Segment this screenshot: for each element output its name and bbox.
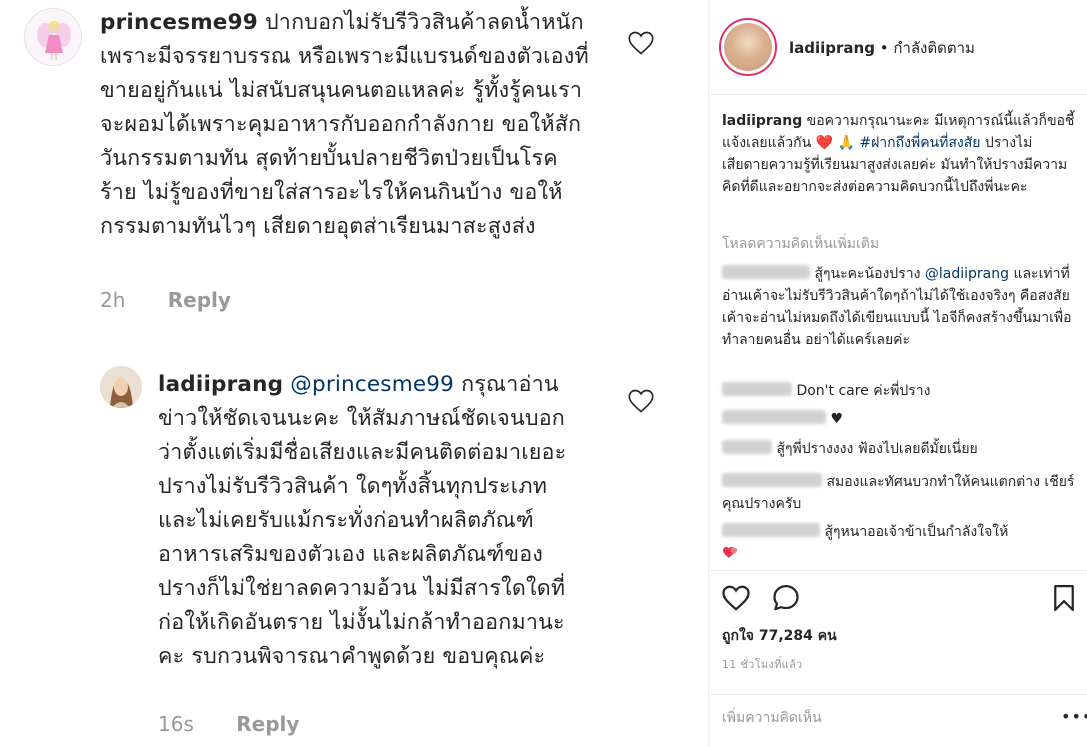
double-hearts-icon [723, 546, 738, 558]
blurred-username [722, 382, 792, 396]
like-count[interactable]: ถูกใจ 77,284 คน [722, 625, 837, 647]
profile-photo-icon [100, 366, 142, 408]
add-comment-bar: เพิ่มความคิดเห็น ••• [709, 694, 1087, 747]
author-avatar[interactable] [719, 18, 777, 76]
comment-bubble-icon[interactable] [771, 583, 801, 613]
comment-item: Don't care ค่ะพี่ปราง [722, 380, 1076, 402]
comment-text: สู้ๆนะคะน้องปราง [814, 266, 925, 282]
red-heart-icon: ❤️ [815, 135, 834, 151]
hashtag-link[interactable]: #ฝากถึงพี่คนที่สงสัย [859, 135, 980, 151]
blurred-username [722, 265, 810, 279]
commenter-avatar[interactable] [24, 8, 82, 66]
more-options-icon[interactable]: ••• [1061, 707, 1087, 726]
heart-outline-icon[interactable] [627, 388, 655, 414]
comment-princesme99: princesme99 ปากบอกไม่รับรีวิวสินค้าลดน้ำ… [100, 6, 590, 244]
blurred-username [722, 473, 822, 487]
post-timestamp[interactable]: 11 ชั่วโมงที่แล้ว [722, 655, 803, 673]
comment-mention[interactable]: @princesme99 [290, 372, 454, 397]
comment-mention[interactable]: @ladiiprang [925, 266, 1009, 282]
separator: • [874, 39, 894, 57]
comment-text: สู้ๆหนาออเจ้าข้าเป็นกำลังใจให้ [824, 524, 1009, 540]
load-more-comments[interactable]: โหลดความคิดเห็นเพิ่มเติม [722, 233, 879, 255]
comment-meta: 2h Reply [100, 288, 231, 312]
like-heart-icon[interactable] [721, 583, 751, 613]
post-header: ladiiprang • กำลังติดตาม [709, 0, 1087, 95]
pray-icon: 🙏 [837, 135, 855, 151]
bookmark-icon[interactable] [1049, 583, 1079, 613]
reply-button[interactable]: Reply [168, 288, 231, 312]
post-actions: ถูกใจ 77,284 คน 11 ชั่วโมงที่แล้ว [709, 570, 1087, 700]
comment-time: 2h [100, 288, 126, 312]
comment-text: ♥ [830, 411, 844, 427]
comment-item: สู้ๆนะคะน้องปราง @ladiiprang และเท่าที่อ… [722, 263, 1076, 351]
comment-text: ปากบอกไม่รับรีวิวสินค้าลดน้ำหนัก เพราะมี… [100, 10, 589, 239]
comment-item: สู้ๆพี่ปรางงงง ฟ้องไปเลยดีมั้ยเนี่ยย [722, 438, 1076, 460]
follow-status[interactable]: กำลังติดตาม [893, 39, 975, 57]
comment-ladiiprang-reply: ladiiprang @princesme99 กรุณาอ่านข่าวให้… [158, 368, 588, 674]
blurred-username [722, 440, 772, 454]
comment-time: 16s [158, 712, 194, 736]
zoomed-comments-panel: princesme99 ปากบอกไม่รับรีวิวสินค้าลดน้ำ… [0, 0, 708, 747]
add-comment-input[interactable]: เพิ่มความคิดเห็น [722, 707, 822, 729]
comment-item: ♥ [722, 408, 1076, 430]
comment-item: สมองและทัศนบวกทำให้คนแตกต่าง เชียร์คุณปร… [722, 471, 1076, 515]
comment-username[interactable]: ladiiprang [158, 372, 283, 397]
reply-button[interactable]: Reply [236, 712, 299, 736]
comment-text: กรุณาอ่านข่าวให้ชัดเจนนะคะ ให้สัมภาษณ์ชั… [158, 372, 567, 669]
comment-username[interactable]: princesme99 [100, 10, 258, 35]
comment-meta: 16s Reply [158, 712, 299, 736]
author-line: ladiiprang • กำลังติดตาม [789, 36, 975, 60]
fairy-avatar-icon [26, 10, 81, 65]
blurred-username [722, 410, 826, 424]
comment-item: สู้ๆหนาออเจ้าข้าเป็นกำลังใจให้ [722, 521, 1076, 565]
post-caption: ladiiprang ขอความกรุณานะคะ มีเหตุการณ์นี… [722, 110, 1076, 198]
blurred-username [722, 523, 820, 537]
comment-text: สู้ๆพี่ปรางงงง ฟ้องไปเลยดีมั้ยเนี่ยย [776, 441, 978, 457]
comment-text: Don't care ค่ะพี่ปราง [796, 383, 931, 399]
heart-outline-icon[interactable] [627, 30, 655, 56]
ladiiprang-avatar[interactable] [100, 366, 142, 408]
instagram-post-sidebar: ladiiprang • กำลังติดตาม ladiiprang ขอคว… [708, 0, 1087, 747]
caption-username[interactable]: ladiiprang [722, 113, 802, 129]
author-username[interactable]: ladiiprang [789, 39, 875, 57]
